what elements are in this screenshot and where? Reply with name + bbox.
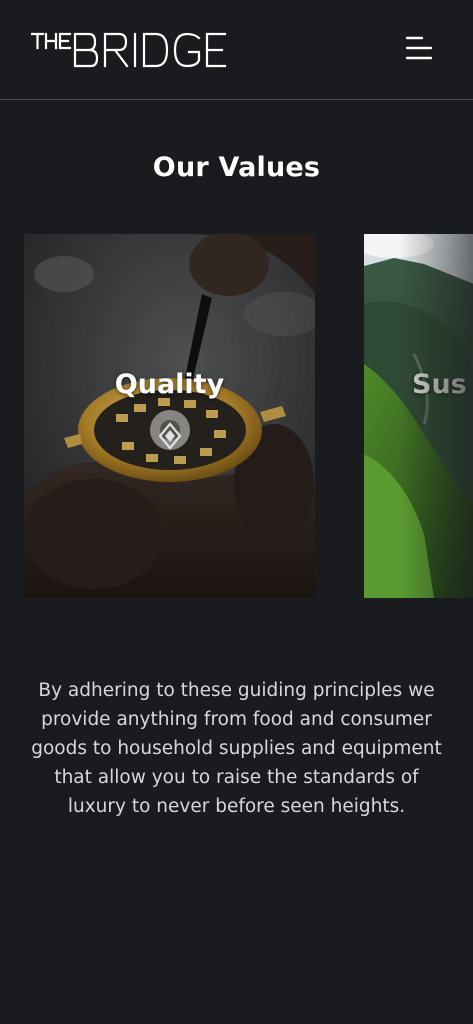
green-mountain-landscape-photo [364,234,473,598]
site-header [0,0,473,100]
hamburger-menu-icon[interactable] [400,32,438,66]
card-label-quality: Quality [114,369,225,400]
watch-repair-photo [24,234,315,598]
values-carousel[interactable]: Quality Sus [0,234,473,598]
values-description: By adhering to these guiding principles … [31,680,442,817]
section-title: Our Values [152,152,321,183]
the-bridge-logo[interactable] [31,30,227,70]
value-card-sustainability[interactable]: Sus [364,234,473,598]
card-label-sustainability: Sus [412,369,467,400]
value-card-quality[interactable]: Quality [24,234,315,598]
